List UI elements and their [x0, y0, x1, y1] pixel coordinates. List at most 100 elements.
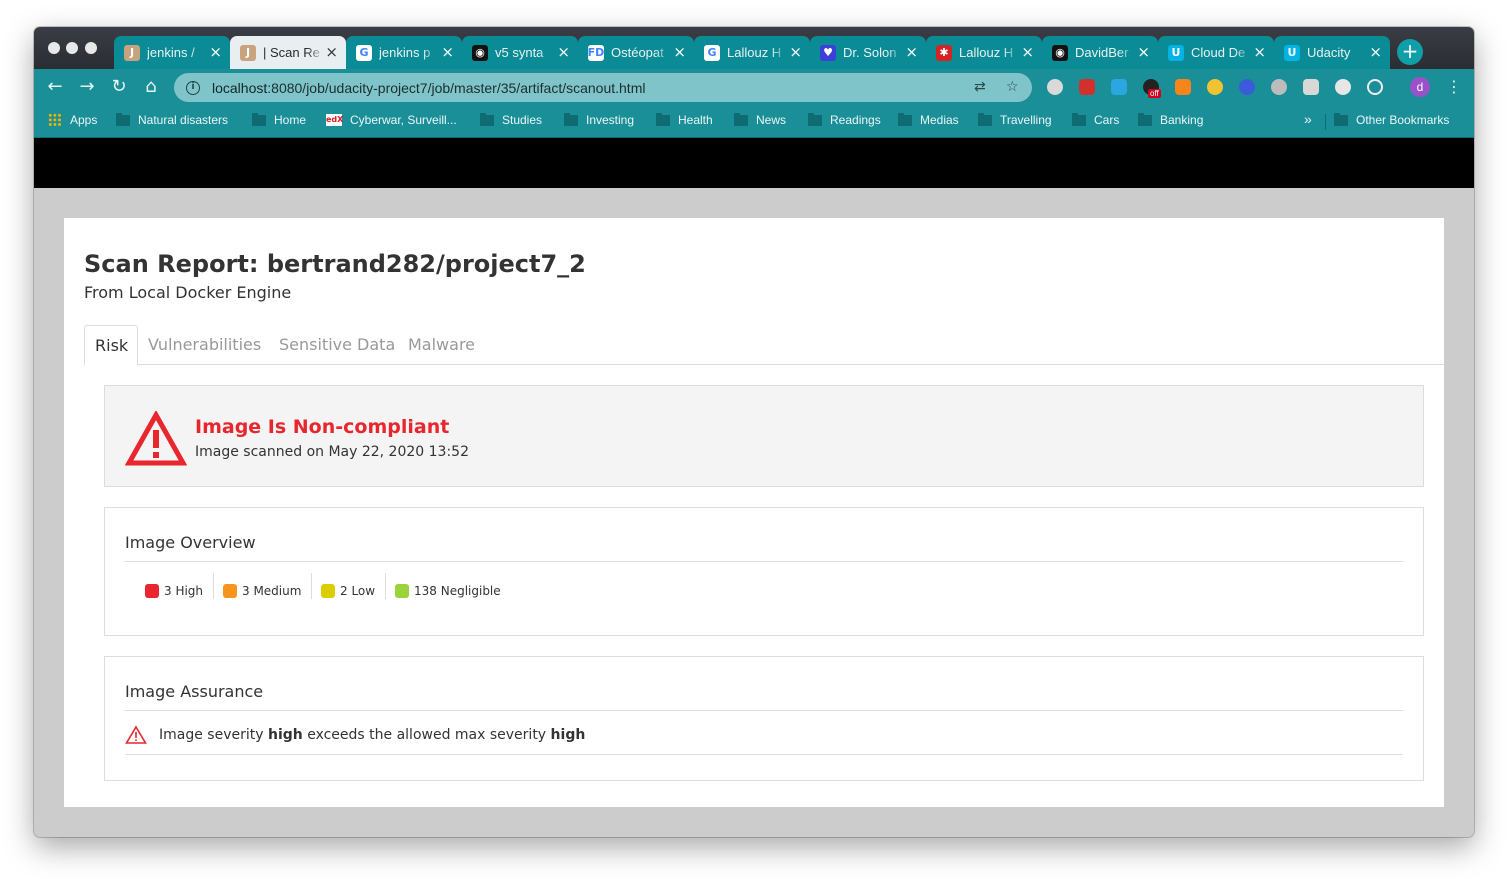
zoom-window-button[interactable]: [85, 42, 97, 54]
extension-icon[interactable]: [1271, 79, 1287, 95]
folder-icon: [734, 112, 748, 126]
image-severity-value: high: [267, 727, 303, 743]
metamask-icon[interactable]: [1175, 79, 1191, 95]
tab-title: jenkins /: [147, 45, 195, 60]
tab-close-icon[interactable]: ×: [673, 45, 686, 60]
browser-tab[interactable]: ♥ Dr. Solon ×: [810, 36, 926, 69]
bookmark-label: Travelling: [1000, 113, 1052, 127]
edx-logo-icon: edX: [326, 114, 344, 126]
tab-title: DavidBer: [1075, 45, 1129, 60]
url-text[interactable]: localhost:8080/job/udacity-project7/job/…: [212, 80, 645, 96]
browser-tab[interactable]: Jjenkins / ×: [114, 36, 230, 69]
extension-icon[interactable]: [1079, 79, 1095, 95]
severity-high: 3 High: [145, 579, 203, 603]
browser-tab[interactable]: Gjenkins p ×: [346, 36, 462, 69]
max-severity-value: high: [550, 727, 586, 743]
extension-icon[interactable]: [1367, 79, 1383, 95]
tab-favicon-icon: ✱: [936, 44, 952, 61]
tab-malware[interactable]: Malware: [398, 325, 485, 365]
bookmark-item[interactable]: Home: [252, 112, 306, 127]
image-overview-panel: Image Overview 3 High 3 Medium 2 Low 138…: [104, 507, 1424, 636]
other-bookmarks-folder[interactable]: Other Bookmarks: [1334, 112, 1449, 127]
browser-tab[interactable]: U Udacity ×: [1274, 36, 1390, 69]
reload-icon[interactable]: ↻: [108, 76, 130, 98]
folder-icon: [564, 112, 578, 126]
page-header-bar: [34, 138, 1474, 188]
extension-icon[interactable]: [1047, 79, 1063, 95]
bookmark-item[interactable]: Banking: [1138, 112, 1204, 127]
translate-icon[interactable]: ⇄: [974, 79, 986, 95]
browser-tab[interactable]: FD Ostéopat ×: [578, 36, 694, 69]
severity-color-swatch: [395, 584, 409, 598]
tab-close-icon[interactable]: ×: [557, 45, 570, 60]
tab-close-icon[interactable]: ×: [905, 45, 918, 60]
tab-close-icon[interactable]: ×: [1369, 45, 1382, 60]
tab-favicon-icon: U: [1168, 44, 1184, 61]
bookmark-item[interactable]: Health: [656, 112, 713, 127]
bookmark-item[interactable]: Cars: [1072, 112, 1119, 127]
tab-sensitive-data[interactable]: Sensitive Data: [269, 325, 405, 365]
tab-vulnerabilities[interactable]: Vulnerabilities: [138, 325, 271, 365]
bookmark-item[interactable]: Travelling: [978, 112, 1052, 127]
bookmark-item[interactable]: edX Cyberwar, Surveill...: [326, 113, 457, 127]
home-icon[interactable]: ⌂: [140, 76, 162, 98]
extension-icon[interactable]: [1207, 79, 1223, 95]
tab-close-icon[interactable]: ×: [441, 45, 454, 60]
bookmark-item[interactable]: Studies: [480, 112, 542, 127]
page-subtitle: From Local Docker Engine: [84, 283, 292, 302]
folder-icon: [978, 112, 992, 126]
bookmark-star-icon[interactable]: ☆: [1006, 79, 1019, 95]
extension-icon[interactable]: [1111, 79, 1127, 95]
image-assurance-panel: Image Assurance Image severity high exce…: [104, 656, 1424, 781]
back-arrow-icon[interactable]: ←: [44, 76, 66, 98]
tab-risk[interactable]: Risk: [84, 325, 138, 366]
tab-title: Lallouz H: [727, 45, 782, 60]
tab-close-icon[interactable]: ×: [325, 45, 338, 60]
bookmark-label: Banking: [1160, 113, 1204, 127]
tab-close-icon[interactable]: ×: [1137, 45, 1150, 60]
folder-icon: [656, 112, 670, 126]
forward-arrow-icon[interactable]: →: [76, 76, 98, 98]
site-info-icon[interactable]: i: [186, 80, 200, 95]
tab-title: Dr. Solon: [843, 45, 897, 60]
bookmark-item[interactable]: Medias: [898, 112, 959, 127]
divider: [311, 573, 312, 599]
tab-title: Ostéopat: [611, 45, 664, 60]
bookmarks-overflow-button[interactable]: »: [1304, 111, 1312, 127]
bookmark-item[interactable]: Apps: [48, 113, 97, 127]
tab-title: Cloud De: [1191, 45, 1246, 60]
tab-close-icon[interactable]: ×: [789, 45, 802, 60]
browser-tab[interactable]: ◉ v5 synta ×: [462, 36, 578, 69]
browser-menu-icon[interactable]: ⋮: [1446, 77, 1462, 96]
browser-tab[interactable]: U Cloud De ×: [1158, 36, 1274, 69]
severity-label: 3 High: [164, 584, 204, 598]
new-tab-button[interactable]: +: [1397, 39, 1423, 65]
close-window-button[interactable]: [48, 42, 60, 54]
bookmark-item[interactable]: News: [734, 112, 786, 127]
tab-favicon-icon: G: [356, 44, 372, 61]
extension-icon[interactable]: [1239, 79, 1255, 95]
browser-tab[interactable]: ◉ DavidBer ×: [1042, 36, 1158, 69]
browser-tab[interactable]: ✱ Lallouz H ×: [926, 36, 1042, 69]
address-bar[interactable]: i localhost:8080/job/udacity-project7/jo…: [174, 73, 1032, 102]
tab-close-icon[interactable]: ×: [209, 45, 222, 60]
tab-strip: Jjenkins / × J | Scan Re × Gjenkins p × ◉ v5 syn…: [34, 27, 1474, 69]
tab-title: Udacity: [1307, 45, 1351, 60]
profile-avatar[interactable]: d: [1410, 77, 1430, 97]
download-icon[interactable]: [1303, 79, 1319, 95]
browser-tab[interactable]: G Lallouz H ×: [694, 36, 810, 69]
bookmark-item[interactable]: Natural disasters: [116, 112, 229, 127]
bookmark-label: Medias: [920, 113, 959, 127]
bookmark-item[interactable]: Investing: [564, 112, 634, 127]
extension-icon[interactable]: [1335, 79, 1351, 95]
tab-close-icon[interactable]: ×: [1021, 45, 1034, 60]
bookmark-item[interactable]: Readings: [808, 112, 881, 127]
severity-low: 2 Low: [321, 579, 375, 603]
divider: [125, 754, 1403, 755]
browser-tab[interactable]: J | Scan Re ×: [230, 36, 346, 69]
tab-close-icon[interactable]: ×: [1253, 45, 1266, 60]
page-title: Scan Report: bertrand282/project7_2: [84, 250, 586, 278]
minimize-window-button[interactable]: [66, 42, 78, 54]
divider: [125, 710, 1403, 711]
bookmark-label: Natural disasters: [138, 113, 229, 127]
